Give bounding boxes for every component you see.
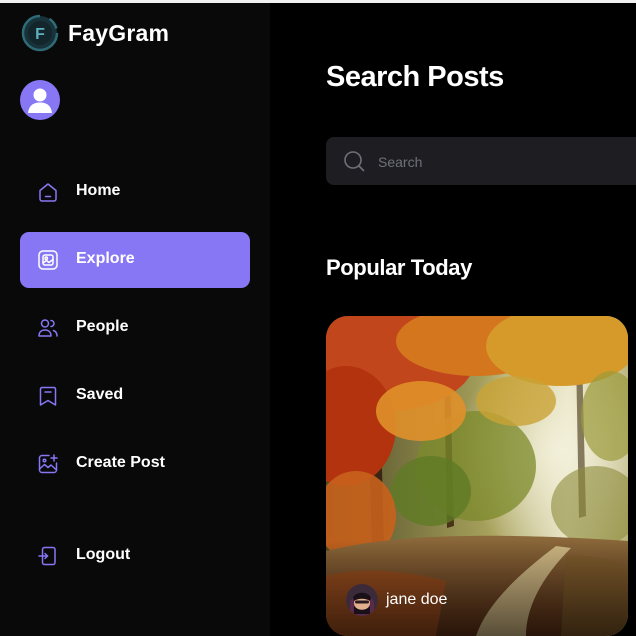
search-input[interactable] xyxy=(376,149,636,175)
profile-avatar[interactable] xyxy=(20,80,60,120)
logout-label: Logout xyxy=(76,546,131,563)
sidebar-item-explore[interactable]: Explore xyxy=(20,232,250,288)
sidebar-item-people[interactable]: People xyxy=(20,300,250,356)
post-card[interactable]: jane doe xyxy=(326,316,628,636)
logout-icon xyxy=(38,546,56,566)
people-icon xyxy=(38,319,58,337)
sidebar-item-label: Explore xyxy=(76,250,135,267)
post-author-name: jane doe xyxy=(386,591,448,608)
sidebar-item-home[interactable]: Home xyxy=(20,164,250,220)
brand[interactable]: F FayGram xyxy=(20,13,169,53)
home-icon xyxy=(39,183,57,202)
page-title: Search Posts xyxy=(326,61,504,93)
sidebar-item-label: Saved xyxy=(76,386,124,403)
search-icon xyxy=(344,151,365,172)
sidebar: F FayGram Home Explore People Saved Crea… xyxy=(0,3,270,636)
user-avatar-icon xyxy=(28,88,52,113)
post-author-avatar xyxy=(346,584,378,616)
explore-icon xyxy=(38,250,58,270)
search-bar[interactable] xyxy=(326,137,636,185)
saved-icon xyxy=(39,386,57,406)
create-post-icon xyxy=(38,454,58,474)
sidebar-item-saved[interactable]: Saved xyxy=(20,368,250,424)
sidebar-item-label: Home xyxy=(76,182,121,199)
logo-letter: F xyxy=(35,26,45,43)
author-avatar-icon xyxy=(346,584,378,616)
brand-name: FayGram xyxy=(68,19,170,46)
section-title-popular: Popular Today xyxy=(326,255,472,280)
sidebar-item-label: Create Post xyxy=(76,454,165,471)
logout-button[interactable]: Logout xyxy=(20,528,250,584)
faygram-logo-icon: F xyxy=(21,14,59,52)
post-author[interactable]: jane doe xyxy=(346,584,447,616)
main-content: Search Posts Popular Today xyxy=(270,3,636,636)
sidebar-item-label: People xyxy=(76,318,129,335)
sidebar-item-create-post[interactable]: Create Post xyxy=(20,436,250,492)
